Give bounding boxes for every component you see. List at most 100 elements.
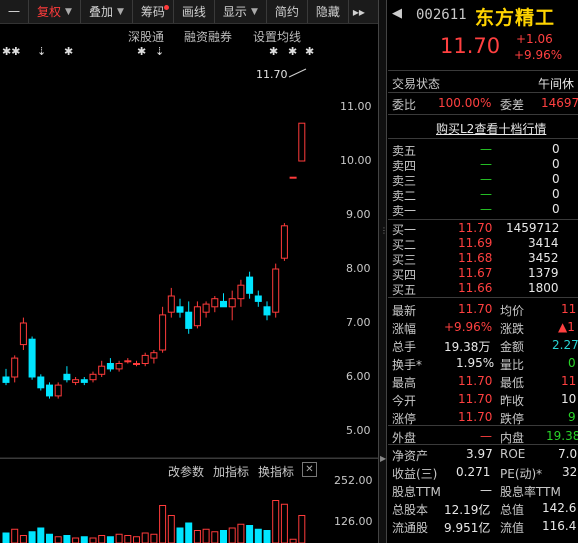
candle-body[interactable] — [254, 295, 262, 302]
yincang-button[interactable]: 隐藏 — [308, 0, 349, 23]
ask-row[interactable]: 卖四 — 0 — [388, 157, 578, 173]
candle-body[interactable] — [19, 322, 27, 346]
xianshi-dropdown[interactable]: 显示 ▼ — [215, 0, 267, 23]
candle-body[interactable] — [11, 357, 19, 378]
change-params-button[interactable]: 改参数 — [168, 463, 204, 480]
panel-splitter[interactable]: ⋮ ▶ — [378, 0, 388, 543]
candle-body[interactable] — [98, 365, 106, 375]
volume-bar — [228, 527, 236, 543]
chouma-button[interactable]: 筹码 — [133, 0, 174, 23]
stat-label: 股息TTM — [392, 485, 441, 499]
chouma-label: 筹码 — [140, 5, 165, 19]
volume-bar — [159, 505, 167, 543]
candle-body[interactable] — [89, 373, 97, 381]
kline-chart-area[interactable]: 深股通 融资融券 设置均线 ✱✱ ⇣ ✱ ✱ ⇣ ✱ ✱ ✱ 11.70 11.… — [0, 25, 378, 543]
xianshi-label: 显示 — [222, 5, 247, 19]
stat-value: — — [480, 483, 492, 497]
candle-body[interactable] — [2, 376, 10, 383]
candle-body[interactable] — [46, 384, 53, 397]
candle-body[interactable] — [263, 306, 271, 316]
back-arrow-icon[interactable]: ◀ — [392, 6, 402, 21]
jianyue-label: 简约 — [274, 5, 299, 19]
stat-value: 11 — [561, 302, 577, 316]
bid-row[interactable]: 买四 11.67 1379 — [388, 266, 578, 282]
candle-body[interactable] — [272, 268, 280, 313]
candle-body[interactable] — [133, 363, 140, 365]
candle-body[interactable] — [80, 379, 88, 383]
candle-body[interactable] — [141, 354, 149, 364]
stat-value: 11.70 — [458, 302, 493, 316]
stat-value: 9 — [568, 410, 576, 424]
candle-body[interactable] — [193, 306, 201, 327]
quote-header: ◀ 002611 东方精工 11.70 +1.06 +9.96% — [388, 0, 578, 70]
jianyue-button[interactable]: 简约 — [267, 0, 308, 23]
diejia-dropdown[interactable]: 叠加 ▼ — [81, 0, 133, 23]
candle-body[interactable] — [220, 300, 227, 308]
volume-y-label: 126.00 — [334, 515, 373, 528]
ask-price: — — [480, 172, 492, 186]
stat-row: 流通股 9.951亿 流值 116.4 — [388, 517, 578, 535]
candle-body[interactable] — [63, 373, 71, 381]
stat-label: ROE — [500, 447, 526, 461]
volume-bar — [37, 527, 45, 543]
volume-bar — [298, 515, 306, 543]
candle-body[interactable] — [159, 314, 167, 351]
stat-label: 流值 — [500, 521, 525, 535]
stat-value: ▲1 — [558, 320, 575, 334]
stat-label: PE(动)* — [500, 467, 543, 481]
ask-row[interactable]: 卖五 — 0 — [388, 142, 578, 158]
candle-body[interactable] — [228, 298, 236, 308]
candle-body[interactable] — [106, 363, 114, 370]
buy-l2-link[interactable]: 购买L2查看十档行情 — [436, 120, 546, 137]
candle-body[interactable] — [37, 376, 45, 389]
candle-body[interactable] — [237, 284, 245, 300]
ask-row[interactable]: 卖二 — 0 — [388, 187, 578, 203]
bid-row[interactable]: 买三 11.68 3452 — [388, 251, 578, 267]
chevron-down-icon: ▼ — [65, 6, 72, 17]
volume-bar — [2, 532, 10, 543]
candle-body[interactable] — [28, 338, 36, 378]
dash-label: 一 — [8, 5, 21, 19]
candle-body[interactable] — [246, 276, 254, 294]
candle-body[interactable] — [202, 303, 210, 313]
candle-body[interactable] — [211, 298, 219, 308]
candle-body[interactable] — [185, 311, 193, 329]
bid-row[interactable]: 买五 11.66 1800 — [388, 281, 578, 297]
diejia-label: 叠加 — [88, 5, 113, 19]
candle-body[interactable] — [176, 306, 184, 313]
candle-body[interactable] — [298, 122, 306, 162]
fuquan-label: 复权 — [37, 5, 62, 19]
fuquan-dropdown[interactable]: 复权 ▼ — [29, 0, 81, 23]
candle-body[interactable] — [150, 352, 158, 359]
bid-row[interactable]: 买一 11.70 1459712 — [388, 221, 578, 237]
volume-bar — [19, 535, 27, 543]
candle-body[interactable] — [280, 225, 288, 259]
y-axis-label: 5.00 — [346, 424, 371, 437]
huaxian-button[interactable]: 画线 — [174, 0, 215, 23]
bid-row[interactable]: 买二 11.69 3414 — [388, 236, 578, 252]
bid-volume: 1379 — [528, 266, 559, 280]
add-indicator-button[interactable]: 加指标 — [213, 463, 249, 480]
trade-status-value: 午间休 — [538, 77, 575, 91]
stat-value: 11.70 — [458, 392, 493, 406]
volume-bar — [141, 532, 149, 543]
more-toolbar-button[interactable]: ▸▸ — [349, 0, 369, 23]
ask-row[interactable]: 卖三 — 0 — [388, 172, 578, 188]
close-icon[interactable]: ✕ — [302, 462, 317, 477]
candle-body[interactable] — [167, 295, 175, 313]
volume-bar — [289, 538, 297, 543]
candle-body[interactable] — [124, 360, 132, 363]
candle-body[interactable] — [72, 379, 80, 383]
candle-body[interactable] — [54, 384, 62, 397]
candle-body[interactable] — [115, 363, 123, 370]
ask-volume: 0 — [552, 157, 560, 171]
toolbar-dash-button[interactable]: 一 — [0, 0, 30, 23]
collapse-arrow-icon[interactable]: ▶ — [380, 454, 386, 463]
volume-bar — [193, 530, 201, 543]
stat-value: 11.70 — [458, 374, 493, 388]
candle-body[interactable] — [289, 176, 297, 179]
switch-indicator-button[interactable]: 换指标 — [258, 463, 294, 480]
ask-row[interactable]: 卖一 — 0 — [388, 202, 578, 218]
chevron-down-icon: ▼ — [250, 6, 258, 17]
ask-volume: 0 — [552, 202, 560, 216]
